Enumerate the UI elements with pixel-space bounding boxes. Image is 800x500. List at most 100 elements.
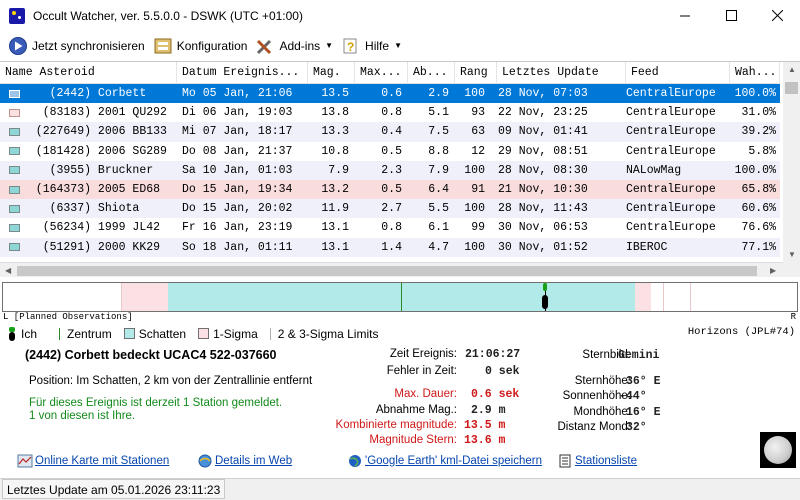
moon-altitude-value: 16° E [626, 406, 661, 419]
cell-mag: 13.3 [321, 125, 349, 139]
scroll-left-icon[interactable]: ◀ [5, 266, 11, 275]
cell-updated: 21 Nov, 10:30 [498, 183, 588, 197]
star-mag-value: 13.6 m [464, 434, 506, 447]
col-header-drop[interactable]: Ab... [408, 62, 455, 84]
last-update-status: Letztes Update am 05.01.2026 23:11:23 [2, 479, 226, 499]
legend-label: Ich [21, 326, 38, 341]
kml-save-link[interactable]: 'Google Earth' kml-Datei speichern [347, 454, 542, 468]
shadow-swatch-icon [123, 328, 135, 339]
table-row[interactable]: (51291) 2000 KK29 So 18 Jan, 01:11 13.1 1.4… [0, 237, 780, 257]
station-marker-icon [9, 326, 15, 341]
asteroid-name: (3955) Bruckner [22, 163, 154, 177]
station-list-link[interactable]: Stationsliste [557, 454, 637, 468]
cell-mag: 13.1 [321, 221, 349, 235]
table-row[interactable]: (83183) 2001 QU292 Di 06 Jan, 19:03 13.8 0.… [0, 103, 780, 122]
cell-mag: 11.9 [321, 202, 349, 216]
cell-mag: 13.2 [321, 183, 349, 197]
cell-asteroid-name: (227649) 2006 BB133 [0, 122, 177, 141]
table-row[interactable]: (6337) Shiota Do 15 Jan, 20:02 11.9 2.7 5.5 1… [0, 199, 780, 219]
row-color-icon [9, 223, 20, 232]
window-title: Occult Watcher, ver. 5.5.0.0 - DSWK (UTC… [33, 8, 303, 23]
table-header: Name Asteroid Datum Ereignis... Mag. Max… [0, 62, 780, 84]
table-row[interactable]: (164373) 2005 ED68 Do 15 Jan, 19:34 13.2 0.… [0, 179, 780, 200]
cell-updated: 28 Nov, 08:30 [498, 163, 588, 177]
config-label: Konfiguration [176, 38, 248, 53]
cell-prob: 76.6% [741, 221, 776, 235]
sync-button[interactable]: Jetzt synchronisieren [8, 34, 145, 58]
vertical-scrollbar[interactable]: ▲ ▼ [783, 62, 800, 262]
star-mag-label: Magnitude Stern: [369, 434, 457, 446]
asteroid-name: (181428) 2006 SG289 [22, 144, 167, 158]
col-header-date[interactable]: Datum Ereignis... [177, 62, 308, 84]
col-header-feed[interactable]: Feed [626, 62, 730, 84]
web-details-label: Details im Web [215, 455, 293, 467]
app-icon [9, 7, 25, 24]
moon-distance-value: 32° [626, 421, 647, 434]
asteroid-name: (83183) 2001 QU292 [22, 106, 167, 120]
scroll-right-icon[interactable]: ▶ [770, 266, 776, 275]
col-header-prob[interactable]: Wah... [730, 62, 780, 84]
help-menu[interactable]: ? Hilfe ▼ [341, 34, 402, 58]
cell-ab: 7.9 [428, 163, 449, 177]
max-duration-value: 0.6 sek [471, 388, 520, 401]
time-error-value: 0 sek [485, 365, 520, 378]
cell-date: Sa 10 Jan, 01:03 [182, 163, 293, 177]
globe-icon [347, 454, 363, 468]
addins-menu[interactable]: Add-ins ▼ [255, 34, 333, 58]
cell-mag: 13.8 [321, 106, 349, 120]
cell-date: Do 08 Jan, 21:37 [182, 144, 293, 158]
cell-feed: CentralEurope [626, 183, 716, 197]
close-icon[interactable] [754, 0, 800, 31]
time-error-label: Fehler in Zeit: [386, 365, 457, 377]
online-map-link[interactable]: Online Karte mit Stationen [17, 454, 169, 468]
col-header-updated[interactable]: Letztes Update [497, 62, 626, 84]
web-details-link[interactable]: Details im Web [197, 454, 292, 468]
cell-updated: 28 Nov, 07:03 [498, 87, 588, 101]
minimize-icon[interactable] [662, 0, 708, 31]
horizontal-scrollbar[interactable]: ◀ ▶ [0, 262, 783, 277]
event-time-label: Zeit Ereignis: [389, 348, 457, 360]
col-header-mag[interactable]: Mag. [308, 62, 355, 84]
scroll-up-icon[interactable]: ▲ [788, 65, 796, 74]
moon-icon [764, 436, 792, 464]
moon-altitude-label: Mondhöhe: [573, 406, 631, 418]
col-header-rank[interactable]: Rang [455, 62, 497, 84]
col-header-max[interactable]: Max... [355, 62, 408, 84]
cell-feed: IBEROC [626, 240, 668, 254]
combined-mag-value: 13.5 m [464, 419, 506, 432]
cell-date: Fr 16 Jan, 23:19 [182, 221, 293, 235]
row-color-icon [9, 166, 20, 175]
cell-asteroid-name: (6337) Shiota [0, 199, 177, 218]
chevron-down-icon: ▼ [394, 41, 402, 50]
cell-prob: 100.0% [734, 87, 776, 101]
config-icon [153, 36, 173, 56]
table-row[interactable]: (227649) 2006 BB133 Mi 07 Jan, 18:17 13.3 0… [0, 122, 780, 142]
col-header-name[interactable]: Name Asteroid [0, 62, 177, 84]
sun-altitude-value: -44° [619, 390, 647, 403]
my-station-marker [542, 295, 548, 309]
cell-asteroid-name: (181428) 2006 SG289 [0, 142, 177, 161]
cell-asteroid-name: (51291) 2000 KK29 [0, 238, 177, 257]
cell-rank: 100 [464, 240, 485, 254]
online-map-label: Online Karte mit Stationen [35, 455, 170, 467]
horizontal-scroll-thumb[interactable] [17, 266, 757, 276]
table-row[interactable]: (56234) 1999 JL42 Fr 16 Jan, 23:19 13.1 0.8… [0, 218, 780, 237]
vertical-scroll-thumb[interactable] [785, 82, 798, 94]
asteroid-name: (2442) Corbett [22, 87, 147, 101]
cell-feed: CentralEurope [626, 125, 716, 139]
cell-feed: CentralEurope [626, 202, 716, 216]
sync-label: Jetzt synchronisieren [32, 38, 145, 53]
scroll-down-icon[interactable]: ▼ [788, 250, 796, 259]
chevron-down-icon: ▼ [325, 41, 334, 50]
config-button[interactable]: Konfiguration [153, 34, 248, 58]
table-row[interactable]: (3955) Bruckner Sa 10 Jan, 01:03 7.9 2.3 7.9… [0, 160, 780, 180]
position-text: Position: Im Schatten, 2 km von der Zent… [29, 375, 313, 387]
table-row[interactable]: (2442) Corbett Mo 05 Jan, 21:06 13.5 0.6 2.9… [0, 84, 780, 104]
legend-label: Zentrum [67, 326, 112, 341]
maximize-icon[interactable] [708, 0, 754, 31]
cell-feed: CentralEurope [626, 87, 716, 101]
table-row[interactable]: (181428) 2006 SG289 Do 08 Jan, 21:37 10.8 0… [0, 142, 780, 161]
web-icon [197, 454, 213, 468]
star-altitude-label: Sternhöhe: [574, 375, 631, 387]
asteroid-name: (51291) 2000 KK29 [22, 240, 161, 254]
